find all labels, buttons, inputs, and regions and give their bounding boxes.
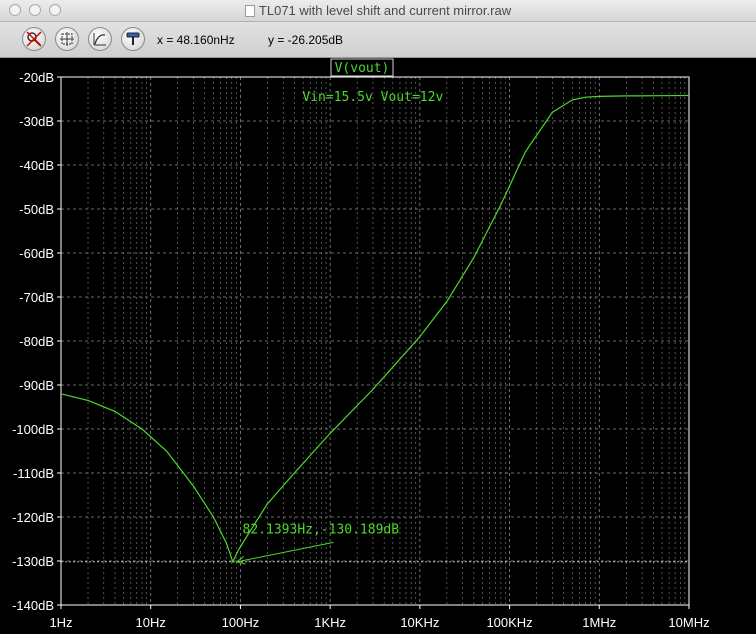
- cursor-annotate-icon: [93, 33, 106, 46]
- window-title: TL071 with level shift and current mirro…: [0, 3, 756, 18]
- y-tick-label: -70dB: [19, 290, 54, 305]
- autorange-icon: [60, 32, 74, 46]
- probe-icon: [126, 32, 140, 45]
- y-tick-label: -30dB: [19, 114, 54, 129]
- x-tick-label: 100Hz: [222, 615, 260, 630]
- window-titlebar: TL071 with level shift and current mirro…: [0, 0, 756, 22]
- cursor-annotate-button[interactable]: [88, 27, 112, 51]
- x-tick-label: 1MHz: [582, 615, 616, 630]
- document-icon: [244, 5, 255, 17]
- x-tick-label: 10Hz: [136, 615, 166, 630]
- cursor-x-readout: x = 48.160nHz: [157, 33, 235, 47]
- cursor-y-readout: y = -26.205dB: [268, 33, 344, 47]
- y-tick-label: -110dB: [13, 466, 54, 481]
- x-tick-label: 1Hz: [49, 615, 72, 630]
- toolbar: x = 48.160nHz y = -26.205dB: [0, 22, 756, 58]
- x-tick-label: 10KHz: [400, 615, 439, 630]
- window-title-text: TL071 with level shift and current mirro…: [258, 3, 512, 18]
- y-tick-label: -100dB: [12, 422, 54, 437]
- x-tick-label: 1KHz: [314, 615, 346, 630]
- zoom-cancel-icon: [26, 31, 42, 47]
- y-tick-label: -130dB: [12, 554, 54, 569]
- annotation-label: 82.1393Hz,-130.189dB: [243, 522, 400, 537]
- y-tick-label: -140dB: [12, 598, 54, 613]
- y-tick-label: -50dB: [19, 202, 54, 217]
- x-tick-label: 10MHz: [668, 615, 709, 630]
- autorange-button[interactable]: [55, 27, 79, 51]
- chart-title: V(vout): [335, 61, 390, 76]
- y-tick-label: -40dB: [19, 158, 54, 173]
- y-tick-label: -90dB: [19, 378, 54, 393]
- zoom-cancel-button[interactable]: [22, 27, 46, 51]
- y-tick-label: -60dB: [19, 246, 54, 261]
- y-tick-label: -20dB: [19, 70, 54, 85]
- x-tick-label: 100KHz: [486, 615, 532, 630]
- annotation-arrow-line: [236, 541, 334, 563]
- series-line-vout: [60, 94, 690, 564]
- probe-button[interactable]: [121, 27, 145, 51]
- annotation-label: Vin=15.5v Vout=12v: [302, 90, 443, 105]
- y-tick-label: -120dB: [12, 510, 54, 525]
- y-tick-label: -80dB: [19, 334, 54, 349]
- plot-area[interactable]: 1Hz 10Hz 100Hz 1KHz 10KHz 100KHz 1MHz 10MHz -20d…: [0, 58, 756, 634]
